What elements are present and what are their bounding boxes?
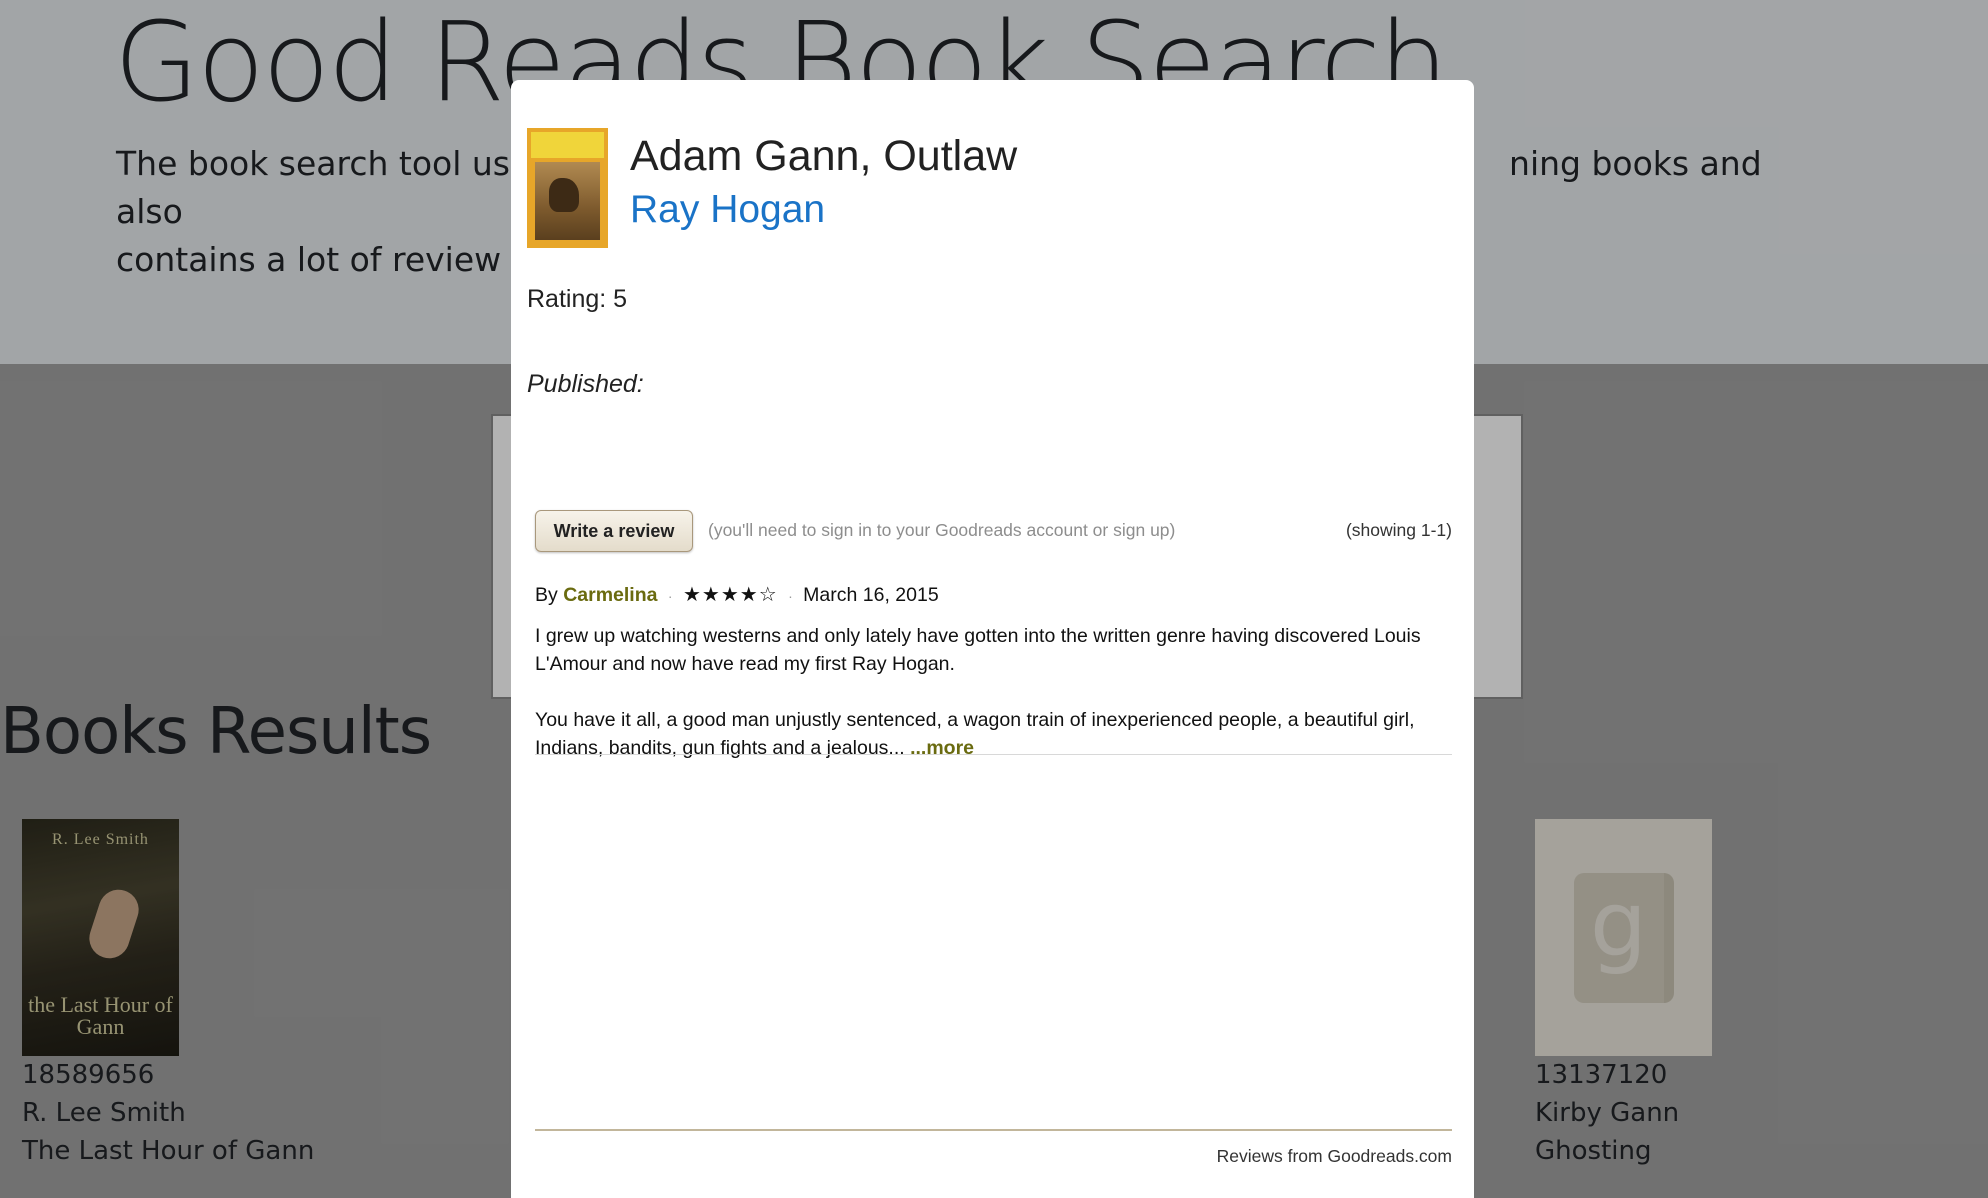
separator-dot: · [788,588,793,604]
reviewer-link[interactable]: Carmelina [563,584,657,606]
write-review-button[interactable]: Write a review [535,510,693,552]
review-paragraph-text: You have it all, a good man unjustly sen… [535,709,1415,759]
modal-book-cover [527,128,608,248]
cover-horse-rider [549,178,579,212]
review-meta: By Carmelina · ★★★★☆ · March 16, 2015 [535,582,939,607]
showing-count: (showing 1-1) [1345,520,1452,540]
modal-book-title: Adam Gann, Outlaw [630,132,1018,180]
review-paragraph: I grew up watching westerns and only lat… [535,625,1421,675]
review-text: I grew up watching westerns and only lat… [535,622,1452,790]
separator-dot: · [667,588,673,604]
signin-note: (you'll need to sign in to your Goodread… [708,520,1176,540]
cover-title-band [531,132,604,158]
review-stars: ★★★★☆ [683,582,778,606]
more-link[interactable]: ...more [910,737,974,759]
goodreads-credit: Reviews from Goodreads.com [1216,1146,1452,1166]
modal-rating: Rating: 5 [527,285,628,313]
review-divider [535,754,1452,755]
book-detail-modal: Adam Gann, Outlaw Ray Hogan Rating: 5 Pu… [511,80,1474,1198]
review-date: March 16, 2015 [803,584,939,606]
modal-published: Published: [527,370,644,398]
modal-author-link[interactable]: Ray Hogan [630,188,825,232]
footer-divider [535,1129,1452,1131]
goodreads-reviews-widget: Write a review (you'll need to sign in t… [535,510,1452,1198]
by-label: By [535,584,558,606]
